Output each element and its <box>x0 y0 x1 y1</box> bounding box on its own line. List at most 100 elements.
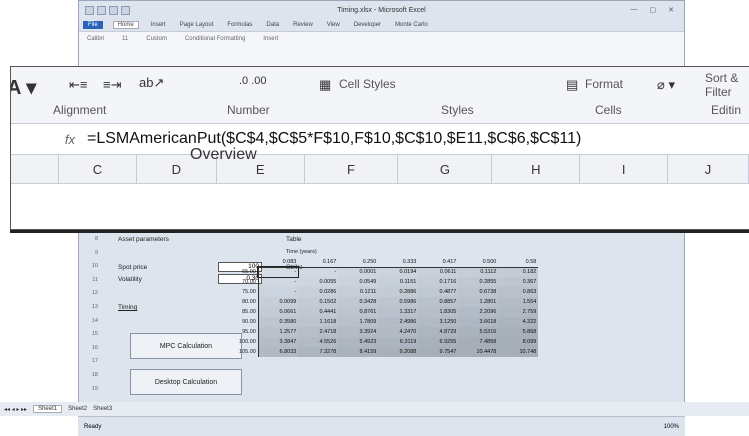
time-header-cell[interactable]: 0.417 <box>418 257 459 268</box>
price-cell[interactable]: 0.1211 <box>338 287 379 297</box>
column-header-h[interactable]: H <box>492 155 581 183</box>
price-cell[interactable]: 1.1618 <box>298 317 339 327</box>
price-cell[interactable]: 0.3428 <box>338 297 379 307</box>
tab-home[interactable]: Home <box>112 21 139 29</box>
strike-cell[interactable]: 85.00 <box>237 307 259 317</box>
font-color-icon[interactable]: A ▾ <box>11 75 36 100</box>
price-cell[interactable]: 7.4858 <box>458 337 499 347</box>
function-icon[interactable]: fx <box>11 132 75 147</box>
orientation-icon[interactable]: ab↗ <box>139 75 164 91</box>
row-number[interactable]: 9 <box>86 250 98 256</box>
price-cell[interactable]: 1.2577 <box>258 327 299 337</box>
save-icon[interactable] <box>97 5 106 15</box>
price-cell[interactable]: 0.2855 <box>458 277 499 287</box>
tab-developer[interactable]: Developer <box>352 22 383 28</box>
tab-review[interactable]: Review <box>291 22 315 28</box>
price-cell[interactable]: 0.6738 <box>458 287 499 297</box>
price-cell[interactable]: 5.5316 <box>458 327 499 337</box>
strike-cell[interactable]: 105.00 <box>237 347 259 357</box>
price-cell[interactable]: 3.3847 <box>258 337 299 347</box>
font-size-box[interactable]: 11 <box>122 36 128 62</box>
formula-input[interactable]: =LSMAmericanPut($C$4,$C$5*F$10,F$10,$C$1… <box>87 130 581 148</box>
time-header-cell[interactable]: 0.333 <box>378 257 419 268</box>
price-cell[interactable]: 0.8857 <box>418 297 459 307</box>
price-cell[interactable]: 0.1502 <box>298 297 339 307</box>
strike-cell[interactable]: 90.00 <box>237 317 259 327</box>
tab-insert[interactable]: Insert <box>149 22 168 28</box>
price-cell[interactable]: 0.5986 <box>378 297 419 307</box>
undo-icon[interactable] <box>109 5 118 15</box>
strike-cell[interactable]: 65.00 <box>237 267 259 277</box>
row-number[interactable]: 12 <box>86 290 98 296</box>
price-cell[interactable]: 6.8033 <box>258 347 299 357</box>
price-cell[interactable]: 8.4159 <box>338 347 379 357</box>
time-header-cell[interactable]: 0.250 <box>338 257 379 268</box>
price-cell[interactable]: 3.6618 <box>458 317 499 327</box>
strike-cell[interactable]: 95.00 <box>237 327 259 337</box>
row-number[interactable]: 18 <box>86 372 98 378</box>
tab-monte-carlo[interactable]: Monte Carlo <box>393 22 430 28</box>
price-cell[interactable]: 0.2886 <box>378 287 419 297</box>
time-header-cell[interactable]: 0.500 <box>458 257 499 268</box>
price-cell[interactable]: - <box>258 287 299 297</box>
price-cell[interactable]: 2.4986 <box>378 317 419 327</box>
price-cell[interactable]: 3.1250 <box>418 317 459 327</box>
price-cell[interactable]: 0.3580 <box>258 317 299 327</box>
excel-icon[interactable] <box>85 5 94 15</box>
zoom-level[interactable]: 100% <box>664 424 679 430</box>
price-cell[interactable]: 0.182 <box>498 267 539 277</box>
price-cell[interactable]: 0.863 <box>498 287 539 297</box>
increase-indent-icon[interactable]: ≡⇥ <box>103 77 121 93</box>
maximize-icon[interactable]: ▢ <box>650 6 657 14</box>
price-cell[interactable]: 5.4923 <box>338 337 379 347</box>
cell-styles-icon[interactable]: ▦ <box>319 77 331 93</box>
price-cell[interactable]: 10.4478 <box>458 347 499 357</box>
clear-icon[interactable]: ⌀ ▾ <box>657 77 675 93</box>
price-cell[interactable]: 0.0611 <box>418 267 459 277</box>
price-cell[interactable]: 4.322 <box>498 317 539 327</box>
row-number[interactable]: 10 <box>86 263 98 269</box>
price-cell[interactable]: 2.2096 <box>458 307 499 317</box>
row-number[interactable]: 13 <box>86 304 98 310</box>
price-cell[interactable]: 1.8305 <box>418 307 459 317</box>
price-cell[interactable]: 8.099 <box>498 337 539 347</box>
tab-formulas[interactable]: Formulas <box>225 22 254 28</box>
minimize-icon[interactable]: — <box>631 6 638 14</box>
price-cell[interactable]: 0.0055 <box>298 277 339 287</box>
row-number[interactable]: 19 <box>86 386 98 392</box>
price-cell[interactable]: - <box>298 267 339 277</box>
price-cell[interactable]: 9.2088 <box>378 347 419 357</box>
font-name-box[interactable]: Calibri <box>87 36 104 62</box>
number-format-box[interactable]: Custom <box>146 36 167 62</box>
price-cell[interactable]: 0.1151 <box>378 277 419 287</box>
price-cell[interactable]: - <box>257 266 300 278</box>
strike-cell[interactable]: 75.00 <box>237 287 259 297</box>
price-cell[interactable]: 0.0286 <box>298 287 339 297</box>
time-header-cell[interactable]: 0.083 <box>258 257 299 268</box>
price-cell[interactable]: 0.367 <box>498 277 539 287</box>
tab-file[interactable]: File <box>83 21 103 29</box>
decrease-indent-icon[interactable]: ⇤≡ <box>69 77 87 93</box>
row-number[interactable]: 14 <box>86 318 98 324</box>
close-icon[interactable]: ✕ <box>668 6 674 14</box>
strike-cell[interactable]: 100.00 <box>237 337 259 347</box>
tab-view[interactable]: View <box>325 22 342 28</box>
sheet-tab-3[interactable]: Sheet3 <box>93 406 112 412</box>
conditional-formatting-button[interactable]: Conditional Formatting <box>185 36 245 62</box>
price-cell[interactable]: 0.4441 <box>298 307 339 317</box>
price-cell[interactable]: 5.868 <box>498 327 539 337</box>
price-cell[interactable]: 10.748 <box>498 347 539 357</box>
increase-decimal-icon[interactable]: .0 .00 <box>239 75 267 87</box>
tab-page-layout[interactable]: Page Layout <box>178 22 216 28</box>
row-number[interactable]: 15 <box>86 331 98 337</box>
desktop-calculation-button[interactable]: Desktop Calculation <box>130 369 242 395</box>
strike-cell[interactable]: 70.00 <box>237 277 259 287</box>
redo-icon[interactable] <box>121 5 130 15</box>
price-cell[interactable]: 0.8761 <box>338 307 379 317</box>
price-cell[interactable]: 2.759 <box>498 307 539 317</box>
price-cell[interactable]: 1.554 <box>498 297 539 307</box>
price-cell[interactable]: 4.8729 <box>418 327 459 337</box>
cell-styles-button[interactable]: Cell Styles <box>339 77 396 91</box>
price-cell[interactable]: 1.3317 <box>378 307 419 317</box>
price-cell[interactable]: 6.3119 <box>378 337 419 347</box>
